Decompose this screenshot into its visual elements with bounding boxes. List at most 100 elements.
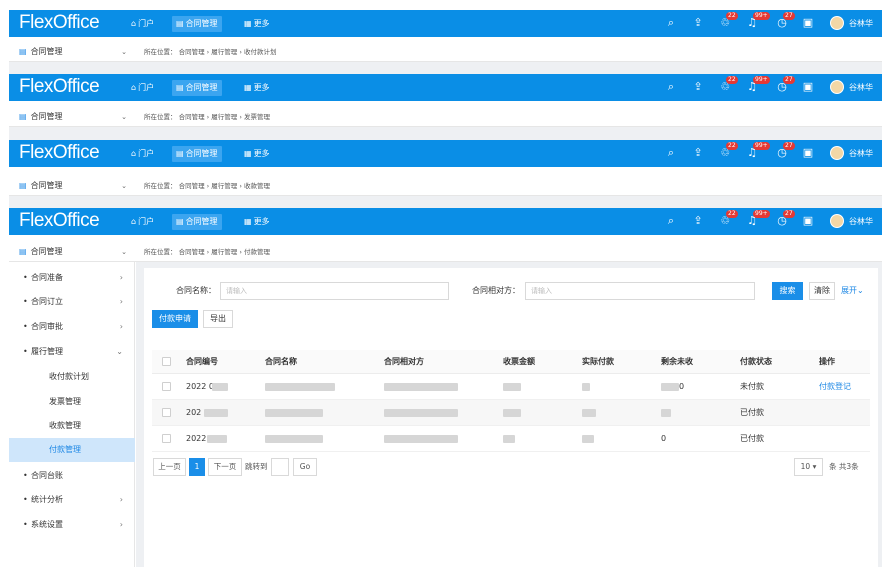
upload-icon[interactable]: ⇪ bbox=[691, 80, 705, 94]
calendar-icon[interactable]: ▣ bbox=[801, 80, 815, 94]
sidebar-item-settings[interactable]: • 系统设置 › bbox=[9, 513, 135, 537]
home-icon: ⌂ bbox=[131, 149, 137, 158]
col-name[interactable]: 合同名称 bbox=[265, 350, 297, 374]
contract-icon: ▤ bbox=[176, 83, 184, 92]
sub-bar-4: ▤ 合同管理 ⌄ 所在位置： 合同管理 › 履行管理 › 付款管理 bbox=[9, 242, 882, 262]
nav-home[interactable]: ⌂ 门户 bbox=[127, 80, 158, 96]
user-name[interactable]: 谷林华 bbox=[849, 148, 873, 159]
nav-contract[interactable]: ▤ 合同管理 bbox=[172, 16, 222, 32]
nav-contract[interactable]: ▤ 合同管理 bbox=[172, 146, 222, 162]
menu-contract-management[interactable]: ▤ 合同管理 ⌄ bbox=[9, 242, 135, 262]
col-actual-payment[interactable]: 实际付款 bbox=[582, 350, 614, 374]
page-1-button[interactable]: 1 bbox=[189, 458, 205, 476]
avatar[interactable] bbox=[830, 80, 844, 94]
calendar-icon[interactable]: ▣ bbox=[801, 214, 815, 228]
reminder-badge: 27 bbox=[783, 210, 795, 218]
clear-button[interactable]: 清除 bbox=[809, 282, 835, 300]
sidebar-item-invoice[interactable]: 发票管理 bbox=[9, 390, 135, 414]
sidebar-item-receipt[interactable]: 收款管理 bbox=[9, 414, 135, 438]
search-icon[interactable]: ⌕ bbox=[664, 16, 678, 30]
search-icon[interactable]: ⌕ bbox=[664, 80, 678, 94]
calendar-icon[interactable]: ▣ bbox=[801, 16, 815, 30]
cell-status: 已付款 bbox=[740, 434, 764, 443]
bell-icon[interactable]: ♫ 99+ bbox=[745, 142, 770, 160]
upload-icon[interactable]: ⇪ bbox=[691, 214, 705, 228]
col-invoice-amount[interactable]: 收票金额 bbox=[503, 350, 535, 374]
nav-home[interactable]: ⌂ 门户 bbox=[127, 146, 158, 162]
search-icon[interactable]: ⌕ bbox=[664, 146, 678, 160]
sidebar-item-contract-sign[interactable]: • 合同订立 › bbox=[9, 290, 135, 314]
avatar[interactable] bbox=[830, 146, 844, 160]
expand-link[interactable]: 展开⌄ bbox=[841, 282, 864, 300]
upload-icon[interactable]: ⇪ bbox=[691, 146, 705, 160]
clock-icon[interactable]: ◷ 27 bbox=[775, 76, 795, 94]
nav-contract[interactable]: ▤ 合同管理 bbox=[172, 80, 222, 96]
nav-home[interactable]: ⌂ 门户 bbox=[127, 214, 158, 230]
col-code[interactable]: 合同编号 bbox=[186, 350, 218, 374]
col-status[interactable]: 付款状态 bbox=[740, 350, 772, 374]
sidebar-item-statistics[interactable]: • 统计分析 › bbox=[9, 488, 135, 512]
col-operation[interactable]: 操作 bbox=[819, 350, 835, 374]
nav-home[interactable]: ⌂ 门户 bbox=[127, 16, 158, 32]
search-icon[interactable]: ⌕ bbox=[664, 214, 678, 228]
nav-contract[interactable]: ▤ 合同管理 bbox=[172, 214, 222, 230]
nav-more[interactable]: ▦ 更多 bbox=[240, 214, 274, 230]
sidebar-item-payment-plan[interactable]: 收付款计划 bbox=[9, 365, 135, 389]
gap bbox=[9, 196, 882, 208]
sidebar-item-contract-approval[interactable]: • 合同审批 › bbox=[9, 315, 135, 339]
nav-more[interactable]: ▦ 更多 bbox=[240, 146, 274, 162]
nav-more[interactable]: ▦ 更多 bbox=[240, 80, 274, 96]
bell-icon[interactable]: ♫ 99+ bbox=[745, 76, 770, 94]
bell-icon[interactable]: ♫ 99+ bbox=[745, 12, 770, 30]
counterparty-input[interactable]: 请输入 bbox=[525, 282, 755, 300]
gap bbox=[9, 62, 882, 74]
clock-icon[interactable]: ◷ 27 bbox=[775, 210, 795, 228]
cell-code: 2022 0 bbox=[186, 382, 214, 391]
menu-contract-management[interactable]: ▤ 合同管理 ⌄ bbox=[9, 176, 135, 196]
user-name[interactable]: 谷林华 bbox=[849, 18, 873, 29]
user-name[interactable]: 谷林华 bbox=[849, 216, 873, 227]
nav-more[interactable]: ▦ 更多 bbox=[240, 16, 274, 32]
sidebar-item-payment[interactable]: 付款管理 bbox=[9, 438, 135, 462]
jump-page-input[interactable] bbox=[271, 458, 289, 476]
task-icon[interactable]: ♲ 22 bbox=[718, 142, 738, 160]
contract-icon: ▤ bbox=[176, 217, 184, 226]
search-button[interactable]: 搜索 bbox=[772, 282, 803, 300]
contract-name-input[interactable]: 请输入 bbox=[220, 282, 449, 300]
user-name[interactable]: 谷林华 bbox=[849, 82, 873, 93]
task-icon[interactable]: ♲ 22 bbox=[718, 76, 738, 94]
contract-menu-icon: ▤ bbox=[19, 247, 27, 256]
payment-register-link[interactable]: 付款登记 bbox=[819, 374, 851, 400]
sidebar-item-performance[interactable]: • 履行管理 ⌄ bbox=[9, 340, 135, 364]
clock-icon[interactable]: ◷ 27 bbox=[775, 142, 795, 160]
clock-icon[interactable]: ◷ 27 bbox=[775, 12, 795, 30]
row-checkbox[interactable] bbox=[162, 382, 171, 391]
avatar[interactable] bbox=[830, 214, 844, 228]
logo: FlexOffice bbox=[19, 142, 100, 163]
menu-contract-management[interactable]: ▤ 合同管理 ⌄ bbox=[9, 42, 135, 62]
col-remaining[interactable]: 剩余未收 bbox=[661, 350, 693, 374]
chevron-right-icon: › bbox=[119, 273, 123, 282]
chevron-down-icon: ⌄ bbox=[121, 113, 127, 121]
export-button[interactable]: 导出 bbox=[203, 310, 233, 328]
task-icon[interactable]: ♲ 22 bbox=[718, 12, 738, 30]
payment-apply-button[interactable]: 付款申请 bbox=[152, 310, 198, 328]
bell-icon[interactable]: ♫ 99+ bbox=[745, 210, 770, 228]
sidebar-item-ledger[interactable]: • 合同台账 bbox=[9, 464, 135, 488]
select-all-checkbox[interactable] bbox=[162, 357, 171, 366]
calendar-icon[interactable]: ▣ bbox=[801, 146, 815, 160]
col-counterparty[interactable]: 合同相对方 bbox=[384, 350, 424, 374]
chevron-down-icon: ⌄ bbox=[121, 182, 127, 190]
go-button[interactable]: Go bbox=[293, 458, 317, 476]
row-checkbox[interactable] bbox=[162, 434, 171, 443]
task-icon[interactable]: ♲ 22 bbox=[718, 210, 738, 228]
upload-icon[interactable]: ⇪ bbox=[691, 16, 705, 30]
row-checkbox[interactable] bbox=[162, 408, 171, 417]
next-page-button[interactable]: 下一页 bbox=[208, 458, 242, 476]
avatar[interactable] bbox=[830, 16, 844, 30]
menu-contract-management[interactable]: ▤ 合同管理 ⌄ bbox=[9, 107, 135, 127]
sidebar-item-contract-prep[interactable]: • 合同准备 › bbox=[9, 266, 135, 290]
table-header: 合同编号 合同名称 合同相对方 收票金额 实际付款 剩余未收 付款状态 操作 bbox=[152, 350, 870, 374]
page-size-select[interactable]: 10 ▾ bbox=[794, 458, 823, 476]
prev-page-button[interactable]: 上一页 bbox=[153, 458, 186, 476]
